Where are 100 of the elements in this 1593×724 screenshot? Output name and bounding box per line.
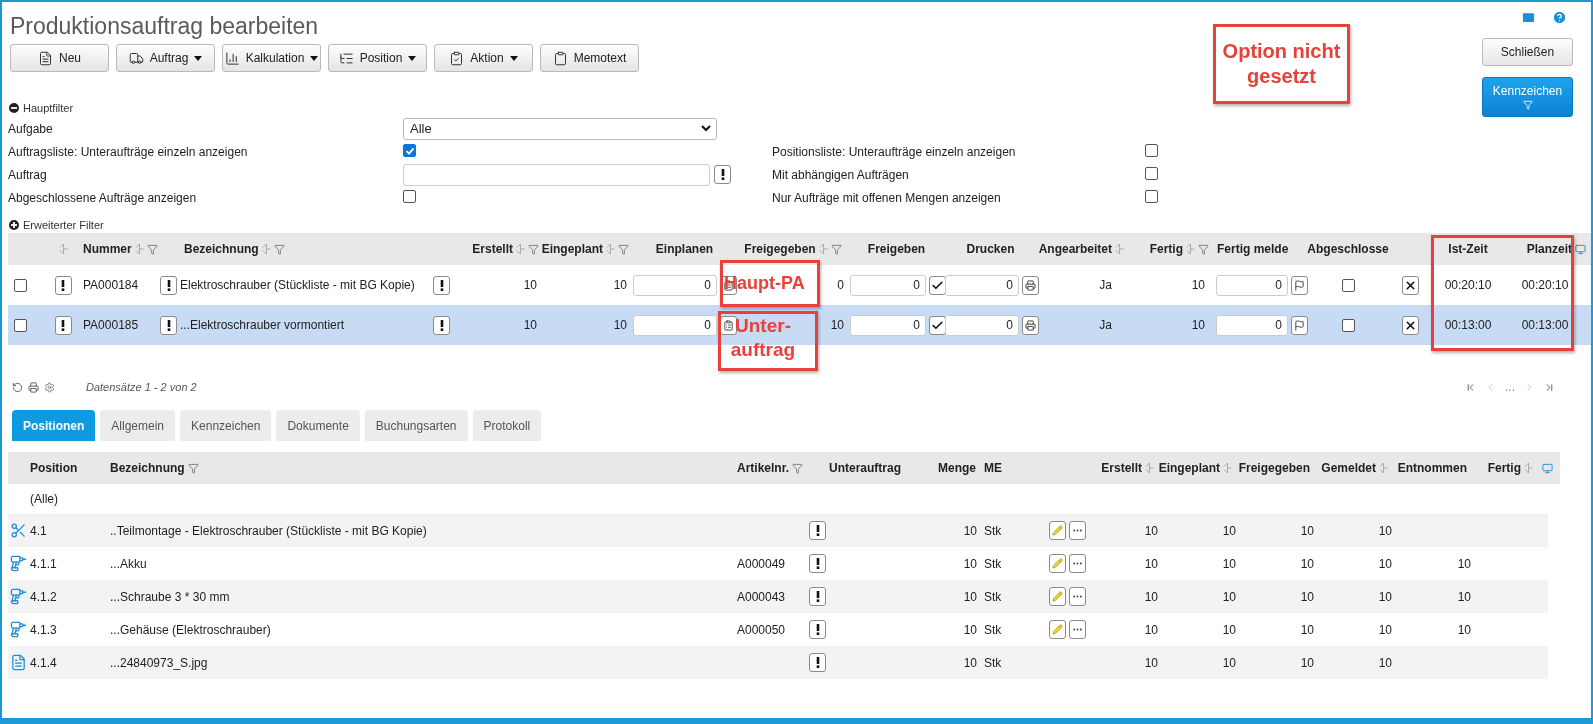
- pencil-button[interactable]: [1049, 521, 1066, 540]
- column-header[interactable]: Abgeschlosse: [1307, 242, 1389, 256]
- sort-icon[interactable]: [818, 243, 828, 255]
- refresh-icon[interactable]: [12, 381, 23, 393]
- help-icon[interactable]: [1552, 10, 1567, 25]
- column-header[interactable]: Angearbeitet: [1038, 242, 1124, 256]
- filter-checkbox[interactable]: [403, 144, 416, 158]
- column-header[interactable]: Fertig: [1487, 461, 1533, 475]
- filter-checkbox[interactable]: [1145, 189, 1158, 203]
- printer-button[interactable]: [1022, 315, 1039, 335]
- column-header[interactable]: Freigegeben: [744, 242, 842, 256]
- row-checkbox[interactable]: [14, 278, 27, 292]
- last-page-icon[interactable]: [1544, 381, 1555, 393]
- filter-icon[interactable]: [618, 243, 629, 255]
- tab[interactable]: Allgemein: [100, 410, 176, 441]
- exclamation-button[interactable]: [54, 275, 72, 295]
- filter-icon[interactable]: [273, 243, 285, 255]
- column-header[interactable]: Menge: [938, 461, 976, 475]
- toolbar-button[interactable]: Kalkulation: [222, 44, 321, 72]
- exclamation-button[interactable]: [809, 554, 826, 573]
- more-button[interactable]: [1069, 554, 1086, 573]
- task-select[interactable]: Alle: [403, 117, 717, 140]
- quantity-field[interactable]: 0: [633, 314, 717, 336]
- printer-icon[interactable]: [28, 381, 39, 393]
- row-checkbox[interactable]: [1341, 318, 1355, 332]
- pencil-button[interactable]: [1049, 554, 1066, 573]
- tab[interactable]: Buchungsarten: [364, 410, 468, 441]
- row-checkbox[interactable]: [14, 318, 27, 332]
- table-row[interactable]: 4.1 ..Teilmontage - Elektroschrauber (Stückliste - mit BG Kopie) 10 Stk 10 10 10 10: [8, 514, 1548, 547]
- exclamation-button[interactable]: [809, 587, 826, 606]
- exclamation-button[interactable]: [160, 275, 177, 295]
- sort-icon[interactable]: [516, 243, 525, 255]
- order-field[interactable]: [403, 163, 710, 186]
- settings-icon[interactable]: [44, 381, 55, 393]
- column-header[interactable]: Eingeplant: [541, 242, 629, 256]
- filter-icon[interactable]: [1198, 243, 1209, 255]
- cross-button[interactable]: [1402, 275, 1419, 295]
- column-header[interactable]: Bezeichnung: [110, 461, 199, 475]
- toolbar-button[interactable]: Aktion: [434, 44, 533, 72]
- sort-icon[interactable]: [134, 243, 144, 255]
- quantity-field[interactable]: 0: [1216, 314, 1288, 336]
- sort-icon[interactable]: [1379, 462, 1388, 474]
- sort-icon[interactable]: [1115, 243, 1124, 255]
- pencil-button[interactable]: [1049, 620, 1066, 639]
- row-checkbox[interactable]: [1341, 278, 1355, 292]
- exclamation-button[interactable]: [809, 653, 826, 672]
- column-header[interactable]: Fertig: [1149, 242, 1209, 256]
- filter-checkbox[interactable]: [403, 189, 416, 203]
- printer-button[interactable]: [1022, 275, 1039, 295]
- tab[interactable]: Kennzeichen: [180, 410, 272, 441]
- column-header[interactable]: Nummer: [83, 242, 158, 256]
- sort-icon[interactable]: [1145, 462, 1154, 474]
- collapse-icon[interactable]: [9, 102, 19, 113]
- flag-button[interactable]: [1291, 315, 1308, 335]
- toolbar-button[interactable]: Position: [328, 44, 427, 72]
- toolbar-button[interactable]: Neu: [10, 44, 109, 72]
- column-header[interactable]: Eingeplant: [1158, 461, 1232, 475]
- filter-icon[interactable]: [187, 462, 199, 474]
- quantity-field[interactable]: 0: [633, 274, 717, 296]
- quantity-field[interactable]: 0: [945, 314, 1019, 336]
- sort-icon[interactable]: [1223, 462, 1232, 474]
- more-button[interactable]: [1069, 587, 1086, 606]
- filter-icon[interactable]: [146, 243, 158, 255]
- exclamation-button[interactable]: [809, 521, 826, 540]
- column-header[interactable]: Bezeichnung: [184, 242, 285, 256]
- tab[interactable]: Dokumente: [276, 410, 360, 441]
- column-header[interactable]: Drucken: [966, 242, 1015, 256]
- close-button[interactable]: Schließen: [1482, 38, 1573, 66]
- monitor-icon[interactable]: [1542, 462, 1553, 474]
- filter-icon[interactable]: [792, 462, 804, 474]
- column-header[interactable]: Planzeit: [1526, 242, 1572, 256]
- column-header[interactable]: ME: [984, 461, 1002, 475]
- sort-icon[interactable]: [1186, 243, 1195, 255]
- exclamation-button[interactable]: [809, 620, 826, 639]
- exclamation-button[interactable]: [54, 315, 72, 335]
- first-page-icon[interactable]: [1465, 381, 1476, 393]
- sort-icon[interactable]: [606, 243, 615, 255]
- sort-icon[interactable]: [261, 243, 271, 255]
- exclamation-button[interactable]: [160, 315, 177, 335]
- column-header[interactable]: Erstellt: [472, 242, 539, 256]
- column-header[interactable]: Gemeldet: [1321, 461, 1388, 475]
- table-row[interactable]: 4.1.4 ...24840973_S.jpg 10 Stk 10 10 10 10: [8, 646, 1548, 679]
- column-header[interactable]: Entnommen: [1397, 461, 1467, 475]
- filter-checkbox[interactable]: [1145, 166, 1158, 180]
- expand-icon[interactable]: [9, 219, 19, 230]
- sort-icon[interactable]: [58, 243, 68, 255]
- filter-icon[interactable]: [830, 243, 842, 255]
- table-row[interactable]: 4.1.2 ...Schraube 3 * 30 mm A000043 10 Stk 10 10 10 10 10: [8, 580, 1548, 613]
- cross-button[interactable]: [1402, 315, 1419, 335]
- filter-checkbox[interactable]: [1145, 143, 1158, 157]
- toolbar-button[interactable]: Auftrag: [116, 44, 215, 72]
- quantity-field[interactable]: 0: [850, 274, 926, 296]
- column-header[interactable]: Unterauftrag: [829, 461, 901, 475]
- column-header[interactable]: Position: [30, 461, 78, 475]
- sort-icon[interactable]: [1524, 462, 1533, 474]
- quantity-field[interactable]: 0: [1216, 274, 1288, 296]
- column-header[interactable]: Freigeben: [867, 242, 926, 256]
- exclamation-button[interactable]: [714, 165, 731, 184]
- more-button[interactable]: [1069, 620, 1086, 639]
- column-header[interactable]: Erstellt: [1101, 461, 1154, 475]
